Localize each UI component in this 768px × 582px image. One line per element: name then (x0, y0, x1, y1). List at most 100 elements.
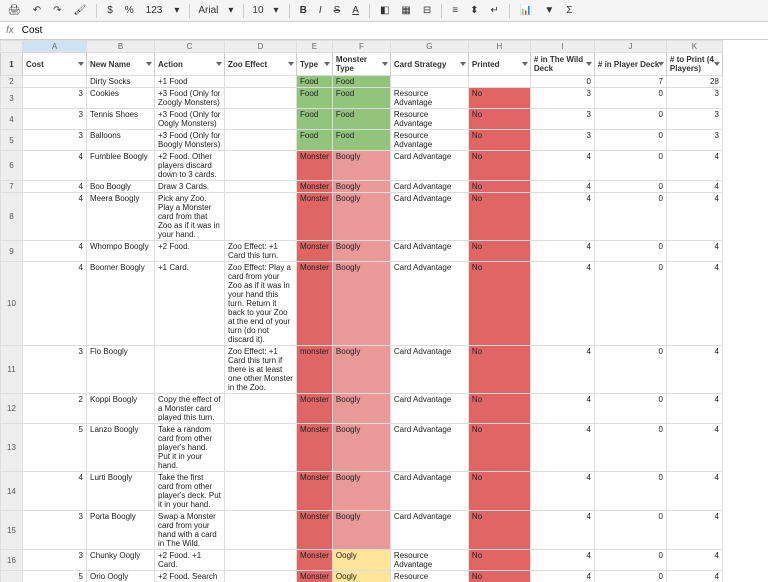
row-header[interactable]: 10 (1, 262, 23, 346)
col-header-I[interactable]: I (530, 41, 594, 53)
cell[interactable]: Fumblee Boogly (87, 151, 155, 181)
cell[interactable]: Card Advantage (390, 262, 468, 346)
row-header[interactable]: 3 (1, 88, 23, 109)
cell[interactable]: Resource Advantage (390, 571, 468, 582)
cell[interactable]: Monster (297, 550, 333, 571)
cell[interactable]: No (468, 241, 530, 262)
print-icon[interactable]: 🖨 (6, 5, 23, 16)
cell[interactable]: 4 (666, 394, 722, 424)
cell[interactable]: 0 (594, 181, 666, 193)
cell[interactable]: 28 (666, 76, 722, 88)
cell[interactable]: Food (332, 88, 390, 109)
redo-icon[interactable]: ↷ (51, 5, 63, 16)
cell[interactable]: Card Advantage (390, 424, 468, 472)
cell[interactable]: 3 (23, 130, 87, 151)
cell[interactable]: No (468, 550, 530, 571)
more-formats-icon[interactable]: ▾ (172, 5, 181, 16)
cell[interactable]: 4 (530, 151, 594, 181)
cell[interactable]: 0 (594, 193, 666, 241)
cell[interactable] (390, 76, 468, 88)
italic-button[interactable]: I (317, 5, 324, 16)
cell[interactable]: +2 Food. Other players discard down to 3… (155, 151, 225, 181)
cell[interactable]: 4 (666, 241, 722, 262)
col-header-H[interactable]: H (468, 41, 530, 53)
col-header-E[interactable]: E (297, 41, 333, 53)
cell[interactable]: No (468, 394, 530, 424)
cell[interactable]: 4 (530, 571, 594, 582)
filter-icon[interactable]: ▼ (542, 5, 556, 16)
cell[interactable]: +2 Food. +1 Card. (155, 550, 225, 571)
cell[interactable]: Take the first card from other player's … (155, 472, 225, 511)
cell[interactable]: 4 (23, 472, 87, 511)
row-header[interactable]: 9 (1, 241, 23, 262)
cell[interactable]: Zoo Effect: +1 Card this turn if there i… (225, 346, 297, 394)
col-header-K[interactable]: K (666, 41, 722, 53)
cell[interactable]: monster (297, 346, 333, 394)
fill-color-icon[interactable]: ◧ (378, 5, 391, 16)
row-header[interactable]: 12 (1, 394, 23, 424)
cell[interactable]: Tennis Shoes (87, 109, 155, 130)
cell[interactable]: Swap a Monster card from your hand with … (155, 511, 225, 550)
font-size-select[interactable]: 10 (252, 5, 263, 16)
header-cell[interactable]: Printed (468, 53, 530, 76)
cell[interactable]: 4 (530, 346, 594, 394)
cell[interactable]: +1 Food (155, 76, 225, 88)
col-header-J[interactable]: J (594, 41, 666, 53)
borders-icon[interactable]: ▦ (399, 5, 412, 16)
cell[interactable]: +2 Food. (155, 241, 225, 262)
row-header[interactable]: 11 (1, 346, 23, 394)
cell[interactable]: Monster (297, 424, 333, 472)
cell[interactable]: 4 (23, 181, 87, 193)
cell[interactable]: 4 (666, 346, 722, 394)
cell[interactable]: 4 (666, 571, 722, 582)
cell[interactable]: Draw 3 Cards. (155, 181, 225, 193)
cell[interactable]: 4 (23, 151, 87, 181)
row-header[interactable]: 16 (1, 550, 23, 571)
filter-icon[interactable] (216, 62, 222, 66)
cell[interactable] (23, 76, 87, 88)
cell[interactable]: Boogly (332, 511, 390, 550)
cell[interactable] (225, 424, 297, 472)
align-icon[interactable]: ≡ (450, 5, 460, 16)
header-cell[interactable]: Zoo Effect (225, 53, 297, 76)
percent-button[interactable]: % (123, 5, 136, 16)
cell[interactable]: Resource Advantage (390, 550, 468, 571)
cell[interactable]: Monster (297, 262, 333, 346)
cell[interactable]: No (468, 571, 530, 582)
cell[interactable] (225, 571, 297, 582)
cell[interactable]: Whompo Boogly (87, 241, 155, 262)
header-cell[interactable]: New Name (87, 53, 155, 76)
cell[interactable]: Monster (297, 193, 333, 241)
filter-icon[interactable] (658, 62, 664, 66)
cell[interactable]: Monster (297, 181, 333, 193)
cell[interactable]: Boogly (332, 394, 390, 424)
cell[interactable] (225, 511, 297, 550)
row-header[interactable]: 2 (1, 76, 23, 88)
cell[interactable]: 3 (530, 88, 594, 109)
cell[interactable] (155, 346, 225, 394)
cell[interactable]: Card Advantage (390, 472, 468, 511)
filter-icon[interactable] (288, 62, 294, 66)
cell[interactable]: Card Advantage (390, 346, 468, 394)
chevron-down-icon[interactable]: ▾ (226, 5, 235, 16)
cell[interactable]: Boogly (332, 262, 390, 346)
header-cell[interactable]: Action (155, 53, 225, 76)
chevron-down-icon[interactable]: ▾ (272, 5, 281, 16)
row-header[interactable]: 15 (1, 511, 23, 550)
text-color-button[interactable]: A (350, 5, 361, 16)
wrap-icon[interactable]: ↵ (488, 5, 500, 16)
header-cell[interactable]: Cost (23, 53, 87, 76)
cell[interactable]: 0 (594, 130, 666, 151)
cell[interactable]: Card Advantage (390, 241, 468, 262)
cell[interactable] (225, 181, 297, 193)
cell[interactable]: No (468, 193, 530, 241)
cell[interactable]: No (468, 181, 530, 193)
cell[interactable]: 0 (594, 550, 666, 571)
cell[interactable]: 4 (23, 241, 87, 262)
cell[interactable]: 4 (666, 181, 722, 193)
cell[interactable] (225, 76, 297, 88)
undo-icon[interactable]: ↶ (31, 5, 43, 16)
cell[interactable] (225, 151, 297, 181)
cell[interactable]: Oogly (332, 550, 390, 571)
cell[interactable]: No (468, 151, 530, 181)
